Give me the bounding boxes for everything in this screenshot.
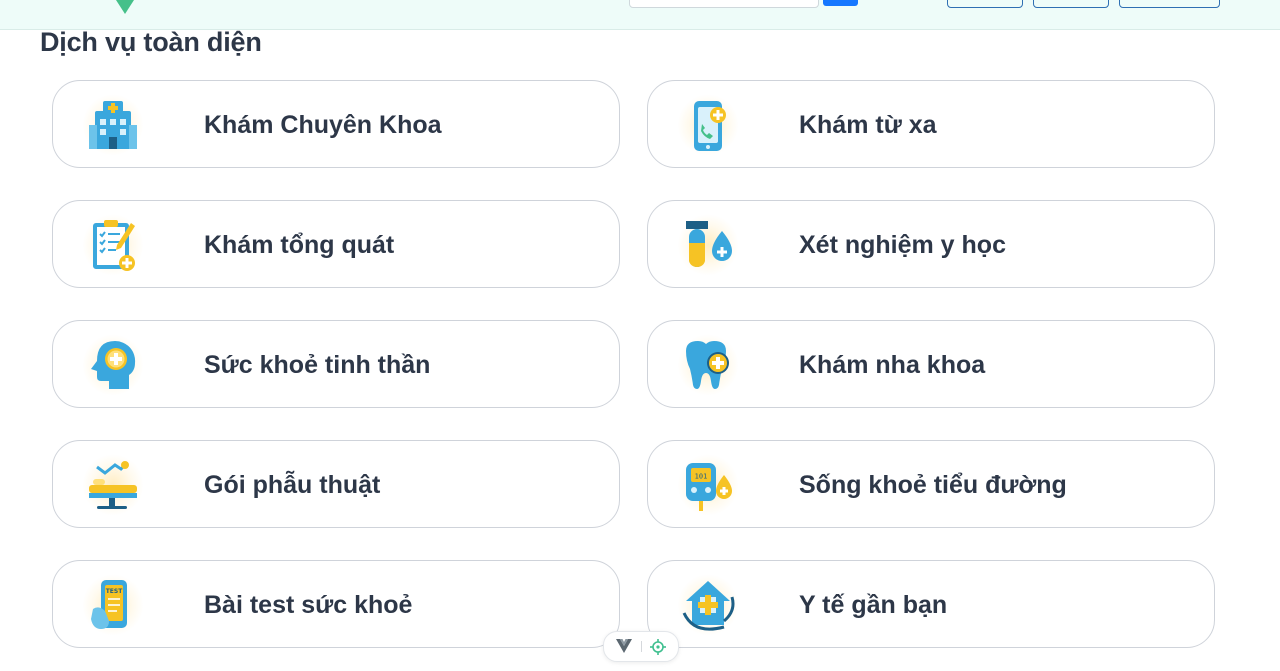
header-button-2[interactable] — [1033, 0, 1109, 8]
toolbar-divider — [641, 641, 642, 652]
service-card-nearby[interactable]: Y tế gần bạn — [647, 560, 1215, 648]
service-label: Bài test sức khoẻ — [204, 591, 413, 619]
surgery-table-icon — [77, 451, 149, 519]
nearby-clinic-home-icon — [672, 571, 744, 639]
floating-devtools-toolbar — [603, 631, 679, 662]
service-card-general-checkup[interactable]: Khám tổng quát — [52, 200, 620, 288]
test-tube-drop-icon — [672, 211, 744, 279]
service-card-health-test[interactable]: TEST Bài test sức khoẻ — [52, 560, 620, 648]
service-card-diabetes[interactable]: 101 Sống khoẻ tiểu đường — [647, 440, 1215, 528]
hospital-icon — [77, 91, 149, 159]
search-button[interactable] — [823, 0, 858, 6]
services-grid: Khám Chuyên Khoa Khám từ xa Khám tổng qu… — [52, 80, 1218, 650]
service-label: Gói phẫu thuật — [204, 471, 381, 499]
service-card-lab-test[interactable]: Xét nghiệm y học — [647, 200, 1215, 288]
service-label: Xét nghiệm y học — [799, 231, 1006, 259]
service-card-specialist[interactable]: Khám Chuyên Khoa — [52, 80, 620, 168]
search-input[interactable] — [629, 0, 819, 8]
service-card-mental-health[interactable]: Sức khoẻ tinh thần — [52, 320, 620, 408]
top-header — [0, 0, 1280, 30]
svg-text:101: 101 — [695, 473, 708, 481]
service-label: Khám nha khoa — [799, 351, 986, 379]
health-test-phone-icon: TEST — [77, 571, 149, 639]
service-card-telemedicine[interactable]: Khám từ xa — [647, 80, 1215, 168]
glucose-meter-icon: 101 — [672, 451, 744, 519]
crosshair-inspect-icon[interactable] — [650, 639, 666, 660]
tooth-icon — [672, 331, 744, 399]
section-title: Dịch vụ toàn diện — [40, 27, 262, 57]
service-label: Khám tổng quát — [204, 231, 395, 259]
vue-logo-icon[interactable] — [616, 639, 632, 658]
logo-icon[interactable] — [116, 0, 134, 14]
header-button-3[interactable] — [1119, 0, 1220, 8]
service-card-dental[interactable]: Khám nha khoa — [647, 320, 1215, 408]
service-label: Y tế gần bạn — [799, 591, 948, 619]
service-label: Khám từ xa — [799, 111, 937, 139]
mental-health-head-icon — [77, 331, 149, 399]
service-card-surgery[interactable]: Gói phẫu thuật — [52, 440, 620, 528]
service-label: Sống khoẻ tiểu đường — [799, 471, 1067, 499]
service-label: Khám Chuyên Khoa — [204, 111, 442, 139]
telemedicine-phone-icon — [672, 91, 744, 159]
checklist-clipboard-icon — [77, 211, 149, 279]
header-button-1[interactable] — [947, 0, 1023, 8]
svg-text:TEST: TEST — [106, 588, 124, 595]
service-label: Sức khoẻ tinh thần — [204, 351, 431, 379]
